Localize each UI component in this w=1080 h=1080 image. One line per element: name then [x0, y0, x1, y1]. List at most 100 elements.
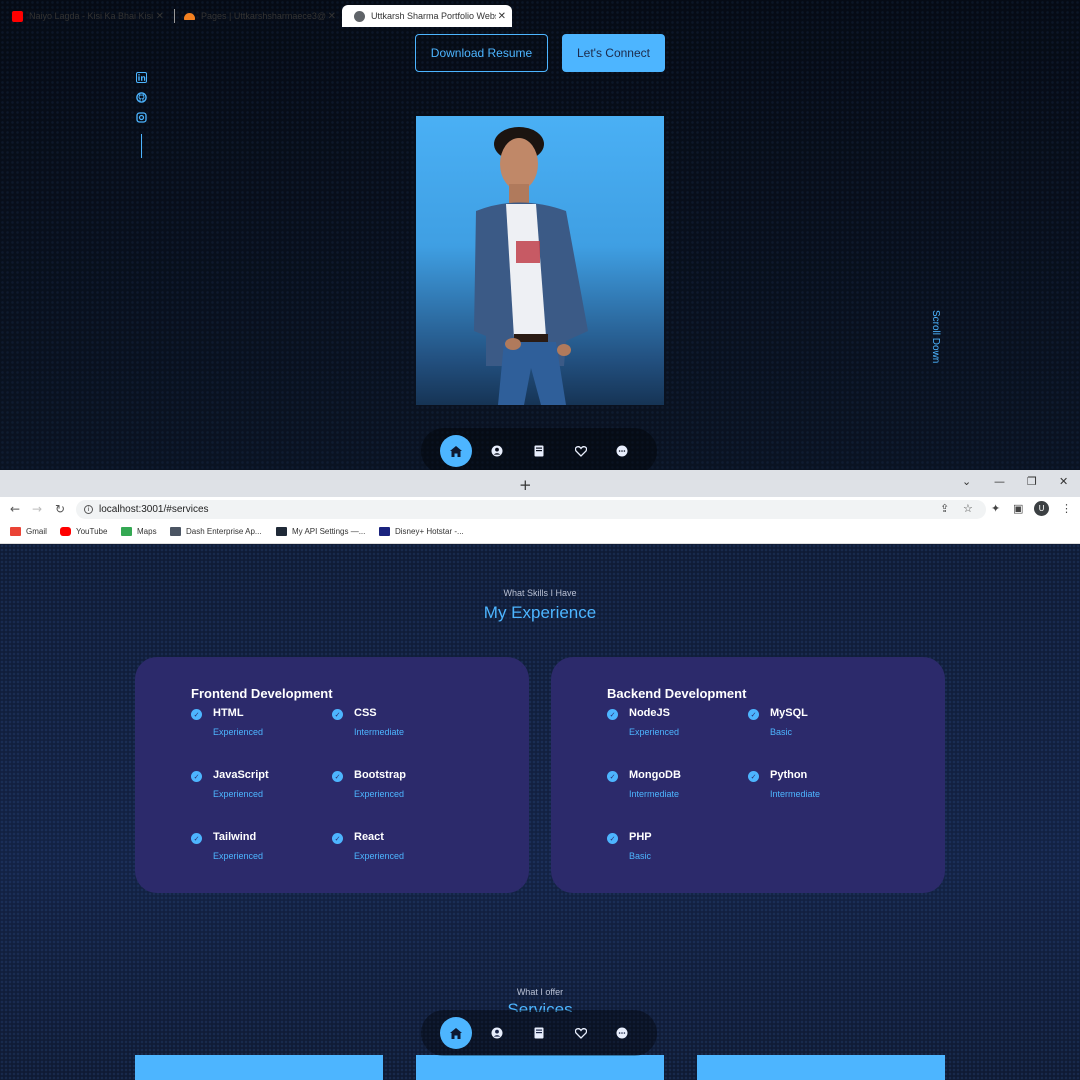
- bookmark-youtube[interactable]: YouTube: [60, 527, 107, 536]
- check-badge-icon: ✓: [191, 771, 202, 782]
- skill-name: Tailwind: [213, 831, 257, 843]
- nav-user-icon[interactable]: [481, 435, 513, 467]
- check-badge-icon: ✓: [332, 709, 343, 720]
- maps-icon: [121, 527, 132, 536]
- backend-heading: Backend Development: [607, 686, 747, 701]
- tab-title: Pages | Uttkarshsharmaece3@gm: [201, 11, 326, 21]
- check-badge-icon: ✓: [607, 771, 618, 782]
- profile-avatar[interactable]: U: [1034, 501, 1049, 516]
- url-text: localhost:3001/#services: [99, 504, 209, 515]
- skill-name: NodeJS: [629, 707, 670, 719]
- github-icon[interactable]: [135, 92, 147, 106]
- check-badge-icon: ✓: [748, 771, 759, 782]
- bookmark-hotstar[interactable]: Disney+ Hotstar -...: [379, 527, 464, 536]
- scroll-down-link[interactable]: Scroll Down: [930, 310, 941, 363]
- nav-book-icon[interactable]: [523, 435, 555, 467]
- hero-section: Download Resume Let's Connect Scroll Dow…: [0, 0, 1080, 470]
- extensions-puzzle-icon[interactable]: ✦: [991, 502, 1000, 515]
- menu-kebab-icon[interactable]: ⋮: [1061, 502, 1072, 515]
- hotstar-icon: [379, 527, 390, 536]
- tab-title: Uttkarsh Sharma Portfolio Websi: [371, 11, 496, 21]
- skill-name: MongoDB: [629, 769, 681, 781]
- services-subtitle: What I offer: [516, 987, 564, 997]
- bookmarks-bar: [0, 522, 1080, 544]
- bookmark-star-icon[interactable]: ☆: [963, 502, 973, 515]
- bookmark-label: Gmail: [26, 527, 47, 536]
- check-badge-icon: ✓: [191, 833, 202, 844]
- skill-level: Experienced: [629, 727, 680, 737]
- browser-tab-youtube[interactable]: Naiyo Lagda - Kisi Ka Bhai Kisi Ki ✕: [0, 5, 170, 27]
- dash-icon: [170, 527, 181, 536]
- skill-level: Basic: [770, 727, 793, 737]
- skill-name: JavaScript: [213, 769, 269, 781]
- tab-search-chevron-icon[interactable]: ⌄: [962, 475, 971, 488]
- service-card: [697, 1055, 945, 1080]
- download-resume-button[interactable]: Download Resume: [415, 34, 548, 72]
- youtube-icon: [12, 10, 23, 22]
- check-badge-icon: ✓: [191, 709, 202, 720]
- tab-title: Naiyo Lagda - Kisi Ka Bhai Kisi Ki: [29, 11, 154, 21]
- bookmark-dash-enterprise[interactable]: Dash Enterprise Ap...: [170, 527, 262, 536]
- bookmark-label: YouTube: [76, 527, 108, 536]
- bookmark-label: My API Settings —...: [292, 527, 366, 536]
- service-card: [416, 1055, 664, 1080]
- api-icon: [276, 527, 287, 536]
- check-badge-icon: ✓: [607, 709, 618, 720]
- lets-connect-button[interactable]: Let's Connect: [562, 34, 665, 72]
- close-tab-icon[interactable]: ✕: [328, 11, 336, 22]
- profile-photo: [416, 116, 664, 405]
- back-arrow-icon[interactable]: ←: [10, 502, 20, 516]
- bookmark-label: Maps: [137, 527, 157, 536]
- nav-book-icon[interactable]: [523, 1017, 555, 1049]
- skill-name: React: [354, 831, 384, 843]
- linkedin-icon[interactable]: [135, 72, 147, 86]
- social-links: [134, 72, 148, 158]
- reload-icon[interactable]: ↻: [55, 502, 65, 516]
- nav-message-icon[interactable]: [606, 435, 638, 467]
- side-panel-icon[interactable]: ▣: [1013, 502, 1023, 515]
- share-icon[interactable]: ⇪: [940, 502, 949, 515]
- check-badge-icon: ✓: [332, 833, 343, 844]
- close-window-icon[interactable]: ✕: [1059, 475, 1068, 488]
- skill-level: Experienced: [354, 851, 405, 861]
- nav-home-icon[interactable]: [439, 1017, 472, 1049]
- social-divider-line: [140, 134, 142, 158]
- skill-level: Intermediate: [770, 789, 821, 799]
- nav-services-icon[interactable]: [565, 435, 597, 467]
- backend-card: Backend Development ✓ NodeJS Experienced…: [551, 657, 945, 893]
- skill-level: Experienced: [354, 789, 405, 799]
- skill-level: Experienced: [213, 727, 264, 737]
- restore-window-icon[interactable]: ❐: [1027, 475, 1037, 488]
- close-tab-icon[interactable]: ✕: [156, 11, 164, 22]
- nav-message-icon[interactable]: [606, 1017, 638, 1049]
- nav-home-icon[interactable]: [439, 435, 472, 467]
- browser-tab-strip: [0, 470, 1080, 497]
- skill-name: Python: [770, 769, 808, 781]
- check-badge-icon: ✓: [607, 833, 618, 844]
- nav-services-icon[interactable]: [565, 1017, 597, 1049]
- address-bar[interactable]: i localhost:3001/#services: [76, 500, 986, 519]
- bookmark-gmail[interactable]: Gmail: [10, 527, 47, 536]
- browser-tab-pages[interactable]: Pages | Uttkarshsharmaece3@gm ✕: [172, 5, 342, 27]
- nav-user-icon[interactable]: [481, 1017, 513, 1049]
- bookmark-maps[interactable]: Maps: [121, 527, 157, 536]
- minimize-window-icon[interactable]: —: [994, 475, 1005, 488]
- bookmark-api-settings[interactable]: My API Settings —...: [276, 527, 365, 536]
- skill-name: MySQL: [770, 707, 808, 719]
- floating-nav-bar: [421, 428, 657, 470]
- skill-level: Intermediate: [629, 789, 680, 799]
- browser-tab-portfolio[interactable]: Uttkarsh Sharma Portfolio Websi ✕: [342, 5, 512, 27]
- bookmark-label: Dash Enterprise Ap...: [186, 527, 262, 536]
- gmail-icon: [10, 527, 21, 536]
- cloudflare-icon: [184, 12, 195, 20]
- service-card: [135, 1055, 383, 1080]
- new-tab-button[interactable]: +: [519, 476, 532, 494]
- frontend-card: Frontend Development ✓ HTML Experienced …: [135, 657, 529, 893]
- site-info-icon[interactable]: i: [84, 505, 93, 514]
- skill-name: Bootstrap: [354, 769, 406, 781]
- forward-arrow-icon[interactable]: →: [32, 502, 42, 516]
- instagram-icon[interactable]: [135, 112, 147, 126]
- close-tab-icon[interactable]: ✕: [498, 11, 506, 22]
- skill-level: Experienced: [213, 851, 264, 861]
- check-badge-icon: ✓: [332, 771, 343, 782]
